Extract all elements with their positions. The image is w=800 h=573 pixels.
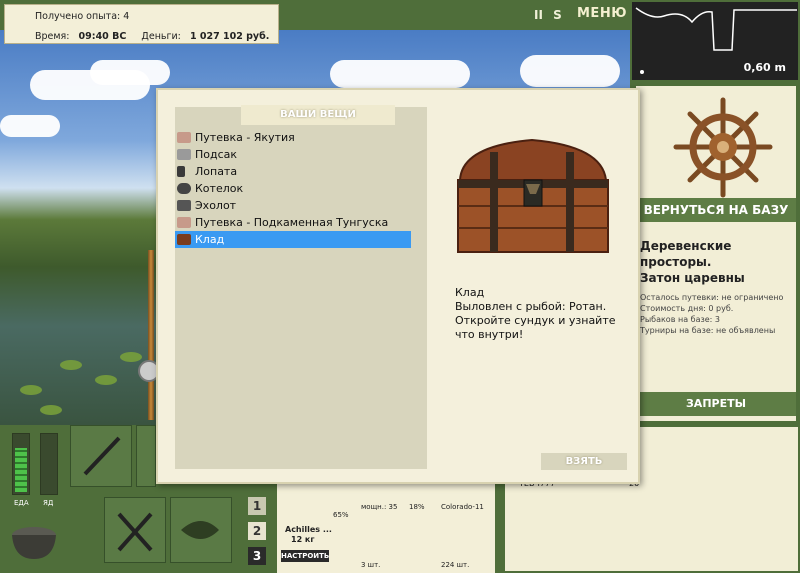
lure-name: Colorado-11: [441, 503, 484, 511]
info-panel: Получено опыта: 4 Время: 09:40 ВС Деньги…: [4, 4, 279, 44]
gear-slot-2[interactable]: 2: [248, 522, 266, 540]
rod-name: Achilles ...: [285, 525, 332, 534]
item-label: Подсак: [195, 148, 238, 161]
list-item[interactable]: Эхолот: [175, 197, 411, 214]
poison-label: ЯД: [43, 499, 54, 507]
return-to-base-button[interactable]: ВЕРНУТЬСЯ НА БАЗУ: [636, 198, 796, 222]
poison-meter: [40, 433, 58, 495]
exp-label: Получено опыта:: [35, 11, 121, 22]
list-item[interactable]: Котелок: [175, 180, 411, 197]
time-value: 09:40 ВС: [78, 31, 127, 42]
ship-wheel-icon: [673, 97, 773, 198]
setup-button[interactable]: НАСТРОИТЬ: [281, 550, 329, 562]
ticket-icon: [177, 217, 191, 228]
item-label: Путевка - Подкаменная Тунгуска: [195, 216, 389, 229]
depth-graph: 0,60 m: [630, 0, 800, 82]
list-item[interactable]: Путевка - Якутия: [175, 129, 411, 146]
pause-button[interactable]: II: [534, 8, 543, 22]
gear-slot-3[interactable]: 3: [248, 547, 266, 565]
bans-button[interactable]: ЗАПРЕТЫ: [636, 392, 796, 416]
sound-button[interactable]: S: [553, 8, 562, 22]
ticket-icon: [177, 132, 191, 143]
food-label: ЕДА: [14, 499, 29, 507]
inventory-title: ВАШИ ВЕЩИ: [241, 105, 395, 125]
treasure-chest-image: [457, 138, 609, 253]
exp-value: 4: [123, 11, 130, 22]
item-label: Котелок: [195, 182, 244, 195]
items-list: Путевка - Якутия Подсак Лопата Котелок Э…: [175, 129, 427, 248]
stat-line: Стоимость дня: 0 руб.: [640, 304, 734, 313]
item-label: Клад: [195, 233, 225, 246]
shovel-icon: [177, 166, 185, 177]
item-label: Путевка - Якутия: [195, 131, 295, 144]
rods-slot[interactable]: [70, 425, 132, 487]
list-item[interactable]: Путевка - Подкаменная Тунгуска: [175, 214, 411, 231]
location-name: Деревенские просторы. Затон царевны: [640, 238, 796, 286]
money-value: 1 027 102 руб.: [189, 31, 270, 42]
desc-title: Клад: [455, 286, 485, 299]
pot-slot[interactable]: [136, 425, 156, 487]
list-item[interactable]: Подсак: [175, 146, 411, 163]
bait-percent: 18%: [409, 503, 425, 511]
time-label: Время:: [35, 31, 70, 42]
sonar-icon: [177, 200, 191, 211]
landing-net-icon: [177, 149, 191, 160]
item-label: Лопата: [195, 165, 238, 178]
desc-line: что внутри!: [455, 328, 524, 341]
base-stats: Осталось путевки: не ограничено Стоимост…: [640, 292, 796, 336]
item-description: Клад Выловлен с рыбой: Ротан. Откройте с…: [455, 286, 633, 342]
list-item[interactable]: Лопата: [175, 163, 411, 180]
fishing-rod[interactable]: [148, 250, 154, 420]
depth-value: 0,60 m: [743, 61, 786, 74]
location-line2: Затон царевны: [640, 271, 745, 285]
gear-slot-1[interactable]: 1: [248, 497, 266, 515]
items-list-panel: ВАШИ ВЕЩИ Путевка - Якутия Подсак Лопата…: [175, 105, 427, 469]
location-line1: Деревенские просторы.: [640, 239, 732, 269]
food-slot[interactable]: [104, 497, 166, 563]
item-label: Эхолот: [195, 199, 237, 212]
cauldron-icon: [12, 527, 56, 559]
treasure-chest-icon: [177, 234, 191, 245]
desc-line: Выловлен с рыбой: Ротан.: [455, 300, 607, 313]
fish-slot[interactable]: [170, 497, 232, 563]
stat-line: Рыбаков на базе: 3: [640, 315, 720, 324]
hook-count: 3 шт.: [361, 561, 381, 569]
rod-icon: [83, 436, 121, 476]
rod-percent: 65%: [333, 511, 349, 519]
money-label: Деньги:: [141, 31, 181, 42]
pot-icon: [177, 183, 191, 194]
fork-knife-icon: [117, 512, 153, 552]
list-item-selected[interactable]: Клад: [175, 231, 411, 248]
desc-line: Откройте сундук и узнайте: [455, 314, 616, 327]
stat-line: Турниры на базе: не объявлены: [640, 326, 776, 335]
menu-button[interactable]: МЕНЮ: [577, 6, 627, 21]
stat-line: Осталось путевки: не ограничено: [640, 293, 784, 302]
take-button[interactable]: ВЗЯТЬ: [541, 453, 627, 470]
rod-weight: 12 кг: [291, 535, 315, 544]
food-meter: [12, 433, 30, 495]
top-controls: II S: [534, 8, 568, 22]
inventory-dialog: ВАШИ ВЕЩИ Путевка - Якутия Подсак Лопата…: [156, 88, 640, 484]
worm-count: 224 шт.: [441, 561, 470, 569]
bait-power: мощн.: 35: [361, 503, 398, 511]
fish-icon: [181, 521, 219, 539]
